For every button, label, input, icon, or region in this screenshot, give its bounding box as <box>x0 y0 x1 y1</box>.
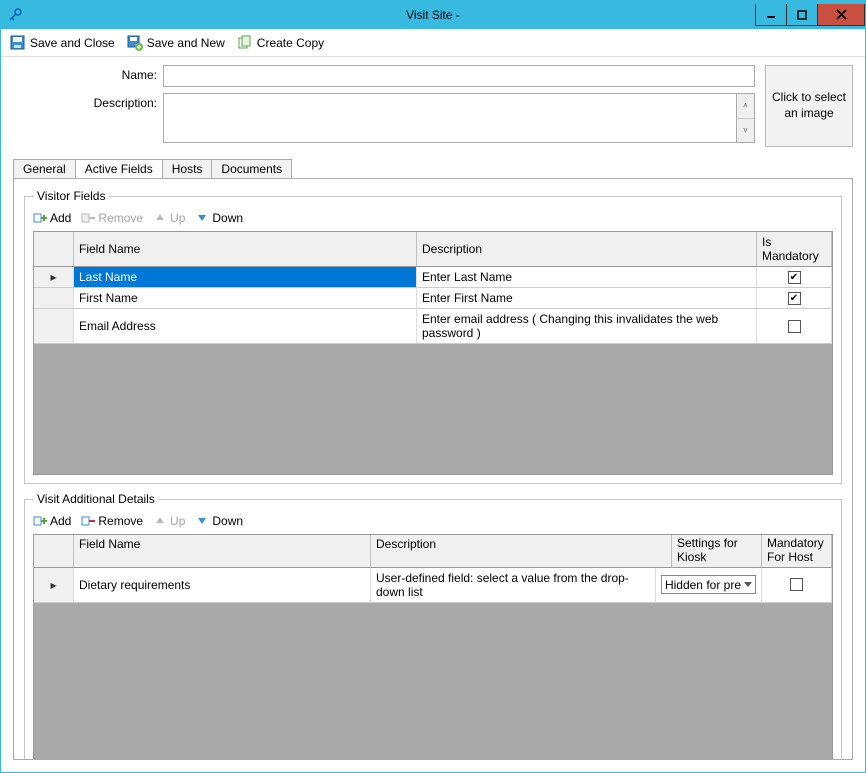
col-kiosk[interactable]: Settings for Kiosk <box>672 535 762 567</box>
description-input[interactable] <box>163 93 737 143</box>
add-icon <box>33 514 47 528</box>
cell-description[interactable]: Enter Last Name <box>417 267 757 287</box>
checkbox[interactable] <box>790 578 803 591</box>
table-row[interactable]: ▸Dietary requirementsUser-defined field:… <box>34 568 832 603</box>
checkbox[interactable]: ✔ <box>788 292 801 305</box>
spinner-down[interactable]: ˅ <box>737 119 754 143</box>
close-button[interactable] <box>817 4 865 26</box>
visitor-fields-grid[interactable]: Field Name Description Is Mandatory ▸Las… <box>33 231 833 475</box>
col-mandatory[interactable]: Is Mandatory <box>757 232 832 266</box>
save-and-new-button[interactable]: Save and New <box>124 34 228 52</box>
col-field-name[interactable]: Field Name <box>74 232 417 266</box>
cell-field-name[interactable]: Email Address <box>74 309 417 343</box>
col-mandatory-host[interactable]: Mandatory For Host <box>762 535 832 567</box>
row-indicator <box>34 309 74 343</box>
tab-documents[interactable]: Documents <box>211 159 292 178</box>
cell-description[interactable]: Enter email address ( Changing this inva… <box>417 309 757 343</box>
window-title: Visit Site - <box>1 8 865 22</box>
row-indicator <box>34 288 74 308</box>
details-remove-button[interactable]: Remove <box>81 514 143 528</box>
visitor-add-button[interactable]: Add <box>33 211 71 225</box>
client-area: Name: Description: ˄ ˅ Click to select a… <box>1 57 865 772</box>
cell-mandatory[interactable]: ✔ <box>757 267 832 287</box>
table-row[interactable]: Email AddressEnter email address ( Chang… <box>34 309 832 344</box>
tab-page-active-fields: Visitor Fields Add Remove Up <box>13 178 853 760</box>
additional-details-group: Visit Additional Details Add Remove Up <box>24 492 842 760</box>
row-indicator: ▸ <box>34 568 74 602</box>
save-new-icon <box>127 35 143 51</box>
row-header-blank <box>34 232 74 266</box>
copy-icon <box>237 35 253 51</box>
grid-empty-area <box>34 344 832 474</box>
minimize-button[interactable] <box>755 4 787 26</box>
maximize-button[interactable] <box>786 4 818 26</box>
image-picker[interactable]: Click to select an image <box>765 65 853 147</box>
kiosk-select[interactable]: Hidden for pre <box>661 575 756 594</box>
remove-icon <box>81 514 95 528</box>
cell-mandatory[interactable] <box>757 309 832 343</box>
row-indicator: ▸ <box>34 267 74 287</box>
details-add-button[interactable]: Add <box>33 514 71 528</box>
visitor-remove-button[interactable]: Remove <box>81 211 143 225</box>
visitor-fields-group: Visitor Fields Add Remove Up <box>24 189 842 484</box>
window-buttons <box>756 4 865 26</box>
cell-mandatory-host[interactable] <box>762 568 832 602</box>
image-picker-label: Click to select an image <box>770 90 848 121</box>
cell-field-name[interactable]: Last Name <box>74 267 417 287</box>
tab-general[interactable]: General <box>13 159 76 178</box>
tab-strip: General Active Fields Hosts Documents <box>13 159 853 178</box>
form-header: Name: Description: ˄ ˅ Click to select a… <box>13 65 853 149</box>
down-icon <box>195 514 209 528</box>
table-row[interactable]: ▸Last NameEnter Last Name ✔ <box>34 267 832 288</box>
cell-description[interactable]: Enter First Name <box>417 288 757 308</box>
name-label: Name: <box>13 65 163 82</box>
toolbar: Save and Close Save and New Create Copy <box>1 29 865 57</box>
spinner-up[interactable]: ˄ <box>737 94 754 119</box>
add-icon <box>33 211 47 225</box>
col-description[interactable]: Description <box>417 232 757 266</box>
description-label: Description: <box>13 93 163 110</box>
visitor-down-button[interactable]: Down <box>195 211 243 225</box>
up-icon <box>153 211 167 225</box>
visitor-up-button[interactable]: Up <box>153 211 185 225</box>
save-and-new-label: Save and New <box>147 36 225 50</box>
up-icon <box>153 514 167 528</box>
cell-kiosk[interactable]: Hidden for pre <box>656 568 762 602</box>
save-and-close-button[interactable]: Save and Close <box>7 34 118 52</box>
down-icon <box>195 211 209 225</box>
remove-icon <box>81 211 95 225</box>
details-up-button[interactable]: Up <box>153 514 185 528</box>
name-input[interactable] <box>163 65 755 87</box>
col-description[interactable]: Description <box>371 535 672 567</box>
cell-field-name[interactable]: First Name <box>74 288 417 308</box>
cell-mandatory[interactable]: ✔ <box>757 288 832 308</box>
app-icon <box>7 7 23 23</box>
row-header-blank <box>34 535 74 567</box>
save-and-close-label: Save and Close <box>30 36 115 50</box>
titlebar[interactable]: Visit Site - <box>1 1 865 29</box>
additional-details-grid[interactable]: Field Name Description Settings for Kios… <box>33 534 833 760</box>
checkbox[interactable] <box>788 320 801 333</box>
visit-site-window: Visit Site - Save and Close Save and New… <box>0 0 866 773</box>
col-field-name[interactable]: Field Name <box>74 535 371 567</box>
description-spinner: ˄ ˅ <box>737 93 755 143</box>
table-row[interactable]: First NameEnter First Name ✔ <box>34 288 832 309</box>
cell-description[interactable]: User-defined field: select a value from … <box>371 568 656 602</box>
create-copy-button[interactable]: Create Copy <box>234 34 327 52</box>
save-icon <box>10 35 26 51</box>
tab-active-fields[interactable]: Active Fields <box>75 159 163 178</box>
create-copy-label: Create Copy <box>257 36 324 50</box>
additional-details-legend: Visit Additional Details <box>33 492 159 506</box>
grid-empty-area <box>34 603 832 760</box>
visitor-fields-legend: Visitor Fields <box>33 189 109 203</box>
checkbox[interactable]: ✔ <box>788 271 801 284</box>
tab-hosts[interactable]: Hosts <box>162 159 213 178</box>
details-down-button[interactable]: Down <box>195 514 243 528</box>
cell-field-name[interactable]: Dietary requirements <box>74 568 371 602</box>
